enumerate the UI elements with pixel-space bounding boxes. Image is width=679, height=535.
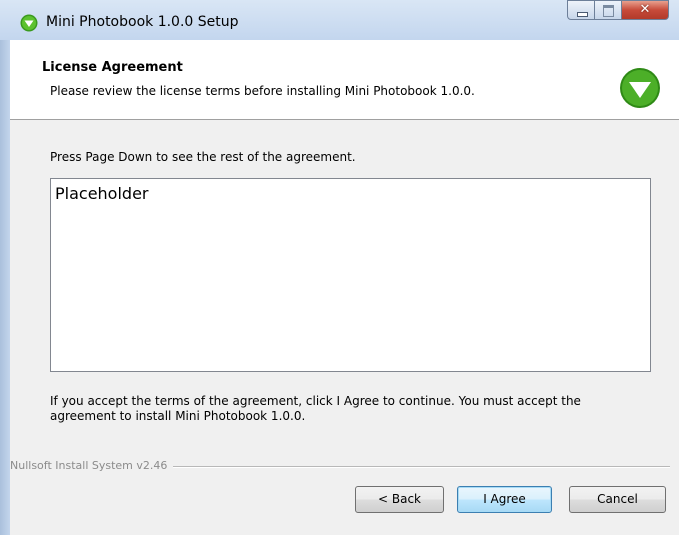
window-title: Mini Photobook 1.0.0 Setup [46,14,239,30]
close-icon: ✕ [639,2,651,17]
back-button[interactable]: < Back [355,486,444,513]
minimize-button[interactable] [567,0,595,20]
installer-window: Mini Photobook 1.0.0 Setup ✕ License Agr… [0,0,679,535]
title-bar[interactable]: Mini Photobook 1.0.0 Setup ✕ [0,0,679,40]
license-textbox[interactable]: Placeholder [50,178,651,372]
minimize-icon [577,12,588,17]
scroll-instruction: Press Page Down to see the rest of the a… [50,150,356,164]
maximize-button[interactable] [595,0,622,20]
page-header: License Agreement Please review the lice… [10,40,679,120]
dialog-client-area: License Agreement Please review the lice… [10,40,679,535]
page-title: License Agreement [42,60,183,75]
accept-instructions: If you accept the terms of the agreement… [50,394,581,423]
page-subtitle: Please review the license terms before i… [50,84,475,98]
window-controls: ✕ [567,0,669,22]
branding-text: Nullsoft Install System v2.46 [10,459,174,472]
license-text: Placeholder [55,184,149,203]
cancel-button[interactable]: Cancel [569,486,666,513]
branding-divider: Nullsoft Install System v2.46 [10,459,670,473]
i-agree-button[interactable]: I Agree [457,486,552,513]
window-frame-left [0,40,10,535]
app-shield-icon [20,14,38,32]
green-download-arrow-icon [620,68,660,108]
maximize-icon [603,5,614,17]
close-button[interactable]: ✕ [622,0,669,20]
